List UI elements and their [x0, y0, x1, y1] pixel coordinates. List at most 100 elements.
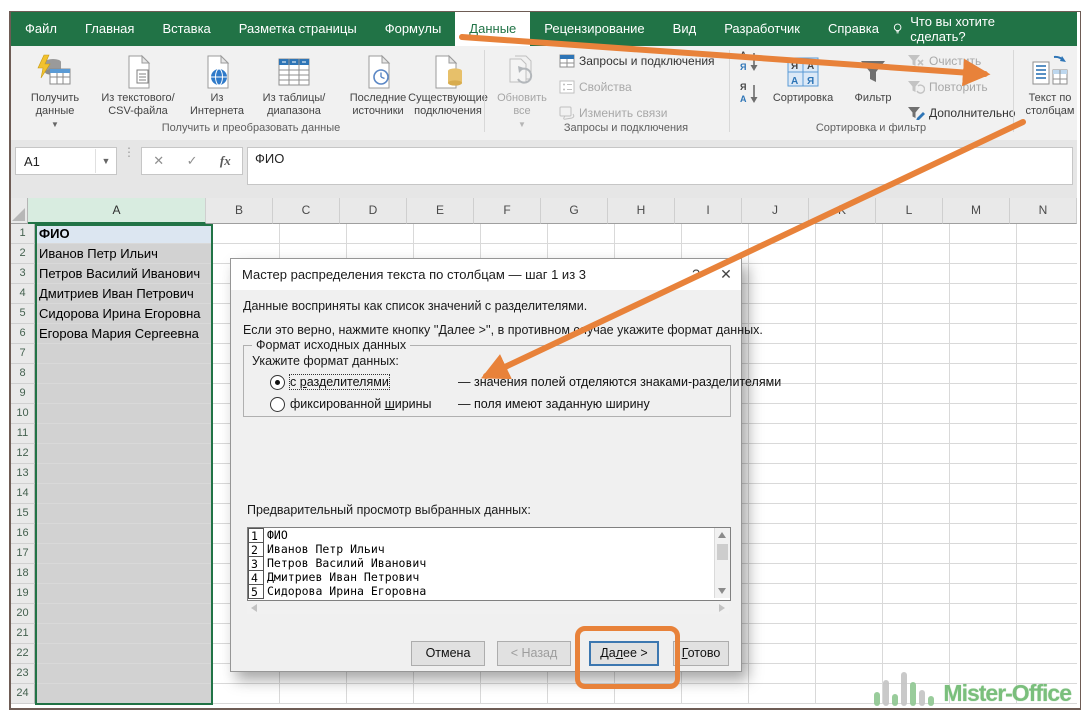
- cell-L6[interactable]: [883, 324, 950, 344]
- cell-K22[interactable]: [816, 644, 883, 664]
- cell-K9[interactable]: [816, 384, 883, 404]
- cell-L17[interactable]: [883, 544, 950, 564]
- cell-K12[interactable]: [816, 444, 883, 464]
- column-header-D[interactable]: D: [340, 198, 407, 224]
- cell-N6[interactable]: [1017, 324, 1077, 344]
- cell-A12[interactable]: [35, 444, 213, 464]
- row-header-9[interactable]: 9: [11, 384, 35, 404]
- advanced-filter-item[interactable]: Дополнительно: [907, 102, 1015, 124]
- cell-N2[interactable]: [1017, 244, 1077, 264]
- cell-L19[interactable]: [883, 584, 950, 604]
- cell-N12[interactable]: [1017, 444, 1077, 464]
- cell-N4[interactable]: [1017, 284, 1077, 304]
- row-header-3[interactable]: 3: [11, 264, 35, 284]
- tab-Формулы[interactable]: Формулы: [371, 12, 456, 46]
- next-button[interactable]: Далее >: [589, 641, 659, 666]
- row-header-5[interactable]: 5: [11, 304, 35, 324]
- cell-J13[interactable]: [749, 464, 816, 484]
- cell-J16[interactable]: [749, 524, 816, 544]
- row-header-12[interactable]: 12: [11, 444, 35, 464]
- cell-L12[interactable]: [883, 444, 950, 464]
- cell-M18[interactable]: [950, 564, 1017, 584]
- preview-horizontal-scrollbar[interactable]: [247, 601, 729, 614]
- cell-J14[interactable]: [749, 484, 816, 504]
- cell-M12[interactable]: [950, 444, 1017, 464]
- cell-E1[interactable]: [414, 224, 481, 244]
- cell-M22[interactable]: [950, 644, 1017, 664]
- cell-B1[interactable]: [213, 224, 280, 244]
- cell-G1[interactable]: [548, 224, 615, 244]
- cell-N1[interactable]: [1017, 224, 1077, 244]
- tab-Данные[interactable]: Данные: [455, 12, 530, 46]
- cell-N21[interactable]: [1017, 624, 1077, 644]
- scroll-up-icon[interactable]: [718, 532, 726, 538]
- column-header-C[interactable]: C: [273, 198, 340, 224]
- cell-J19[interactable]: [749, 584, 816, 604]
- cell-C24[interactable]: [280, 684, 347, 704]
- cell-J21[interactable]: [749, 624, 816, 644]
- cell-J15[interactable]: [749, 504, 816, 524]
- row-header-16[interactable]: 16: [11, 524, 35, 544]
- cell-H24[interactable]: [615, 684, 682, 704]
- cell-A11[interactable]: [35, 424, 213, 444]
- cell-L2[interactable]: [883, 244, 950, 264]
- row-header-23[interactable]: 23: [11, 664, 35, 684]
- cell-M10[interactable]: [950, 404, 1017, 424]
- cell-N9[interactable]: [1017, 384, 1077, 404]
- confirm-entry-icon[interactable]: ✓: [187, 153, 198, 169]
- cell-L8[interactable]: [883, 364, 950, 384]
- cell-J4[interactable]: [749, 284, 816, 304]
- cell-K23[interactable]: [816, 664, 883, 684]
- cell-J18[interactable]: [749, 564, 816, 584]
- insert-function-icon[interactable]: fx: [220, 153, 231, 169]
- cell-K15[interactable]: [816, 504, 883, 524]
- tab-Главная[interactable]: Главная: [71, 12, 148, 46]
- dialog-title-bar[interactable]: Мастер распределения текста по столбцам …: [231, 259, 741, 290]
- cell-M3[interactable]: [950, 264, 1017, 284]
- cell-K19[interactable]: [816, 584, 883, 604]
- cell-G24[interactable]: [548, 684, 615, 704]
- name-box-caret-icon[interactable]: ▼: [95, 149, 116, 173]
- cell-N22[interactable]: [1017, 644, 1077, 664]
- row-header-13[interactable]: 13: [11, 464, 35, 484]
- cell-K17[interactable]: [816, 544, 883, 564]
- row-header-17[interactable]: 17: [11, 544, 35, 564]
- row-header-1[interactable]: 1: [11, 224, 35, 244]
- delimited-radio-icon[interactable]: [270, 375, 285, 390]
- cell-I1[interactable]: [682, 224, 749, 244]
- cell-K13[interactable]: [816, 464, 883, 484]
- cell-A6[interactable]: Егорова Мария Сергеевна: [35, 324, 213, 344]
- cell-A8[interactable]: [35, 364, 213, 384]
- cell-A17[interactable]: [35, 544, 213, 564]
- cell-M1[interactable]: [950, 224, 1017, 244]
- cell-K8[interactable]: [816, 364, 883, 384]
- cell-N20[interactable]: [1017, 604, 1077, 624]
- cell-D24[interactable]: [347, 684, 414, 704]
- cell-K14[interactable]: [816, 484, 883, 504]
- cell-L5[interactable]: [883, 304, 950, 324]
- cell-N15[interactable]: [1017, 504, 1077, 524]
- cell-M14[interactable]: [950, 484, 1017, 504]
- cell-A18[interactable]: [35, 564, 213, 584]
- reapply-filter-item[interactable]: Повторить: [907, 76, 988, 98]
- cell-M15[interactable]: [950, 504, 1017, 524]
- cell-J10[interactable]: [749, 404, 816, 424]
- sort-descending-button[interactable]: Я А: [738, 82, 760, 104]
- cell-K21[interactable]: [816, 624, 883, 644]
- cell-A23[interactable]: [35, 664, 213, 684]
- column-header-J[interactable]: J: [742, 198, 809, 224]
- cell-L9[interactable]: [883, 384, 950, 404]
- row-header-15[interactable]: 15: [11, 504, 35, 524]
- row-header-6[interactable]: 6: [11, 324, 35, 344]
- cell-L7[interactable]: [883, 344, 950, 364]
- cell-K1[interactable]: [816, 224, 883, 244]
- fixed-width-radio-icon[interactable]: [270, 397, 285, 412]
- cell-A9[interactable]: [35, 384, 213, 404]
- row-header-7[interactable]: 7: [11, 344, 35, 364]
- cell-L21[interactable]: [883, 624, 950, 644]
- cell-I24[interactable]: [682, 684, 749, 704]
- cell-M8[interactable]: [950, 364, 1017, 384]
- cell-D1[interactable]: [347, 224, 414, 244]
- cell-M9[interactable]: [950, 384, 1017, 404]
- cell-L1[interactable]: [883, 224, 950, 244]
